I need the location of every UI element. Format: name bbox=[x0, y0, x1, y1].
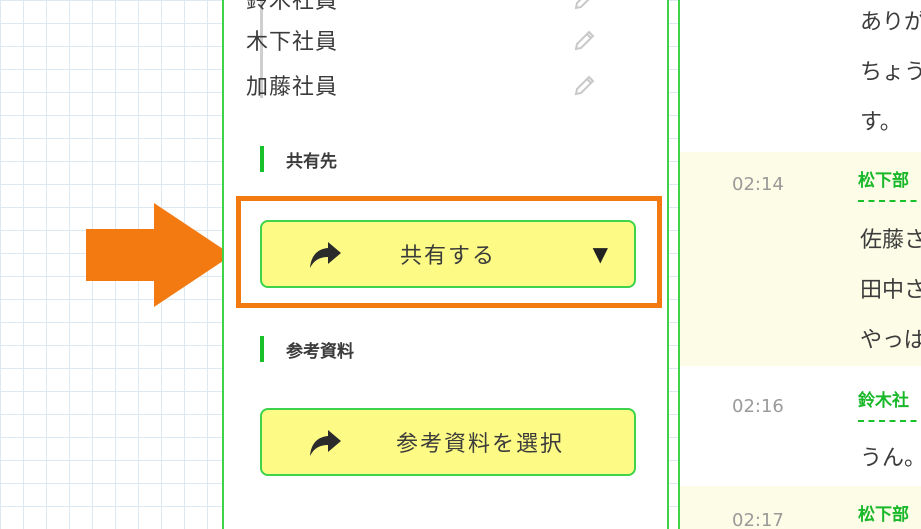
message-sender: 松下部 bbox=[858, 505, 909, 525]
message-time: 02:17 bbox=[732, 510, 784, 529]
chat-message: 02:14 松下部 佐藤さ 田中さ やっぱ bbox=[680, 152, 921, 366]
reference-section-label: 参考資料 bbox=[260, 336, 354, 362]
member-item[interactable]: 加藤社員 bbox=[246, 70, 598, 100]
member-name: 木下社員 bbox=[246, 30, 339, 55]
chat-message: 02:17 松下部 bbox=[680, 486, 921, 529]
dropdown-caret-icon: ▼ bbox=[592, 242, 610, 266]
sender-divider bbox=[858, 200, 921, 202]
share-button-label: 共有する bbox=[399, 244, 496, 269]
annotation-arrow-icon bbox=[86, 203, 232, 307]
message-text: す。 bbox=[860, 110, 902, 135]
message-text: 佐藤さ bbox=[860, 228, 921, 253]
member-name: 加藤社員 bbox=[246, 75, 339, 100]
message-text: うん。 bbox=[860, 446, 921, 471]
member-name: 鈴木社員 bbox=[246, 0, 339, 14]
select-reference-label: 参考資料を選択 bbox=[395, 432, 564, 457]
share-section-label: 共有先 bbox=[260, 146, 337, 172]
pencil-icon[interactable] bbox=[572, 72, 598, 98]
sender-divider bbox=[858, 420, 921, 422]
message-time: 02:14 bbox=[732, 174, 784, 195]
chat-panel: ありが ちょう す。 02:14 松下部 佐藤さ 田中さ やっぱ 02:16 鈴… bbox=[678, 0, 921, 529]
pencil-icon[interactable] bbox=[572, 0, 598, 12]
message-time: 02:16 bbox=[732, 396, 784, 417]
share-settings-panel: 鈴木社員 木下社員 加藤社員 共有先 共有する ▼ 参考資料 参考資料を選択 bbox=[222, 0, 669, 529]
member-item[interactable]: 鈴木社員 bbox=[246, 0, 598, 14]
message-text: ありが bbox=[860, 10, 921, 35]
select-reference-button[interactable]: 参考資料を選択 bbox=[260, 408, 636, 476]
share-button[interactable]: 共有する ▼ bbox=[260, 220, 636, 288]
message-text: やっぱ bbox=[860, 328, 921, 353]
message-sender: 松下部 bbox=[858, 171, 909, 191]
chat-message: 02:16 鈴木社 うん。 bbox=[680, 366, 921, 484]
message-sender: 鈴木社 bbox=[858, 391, 909, 411]
message-text: ちょう bbox=[860, 60, 921, 85]
member-item[interactable]: 木下社員 bbox=[246, 25, 598, 55]
pencil-icon[interactable] bbox=[572, 27, 598, 53]
message-text: 田中さ bbox=[860, 278, 921, 303]
